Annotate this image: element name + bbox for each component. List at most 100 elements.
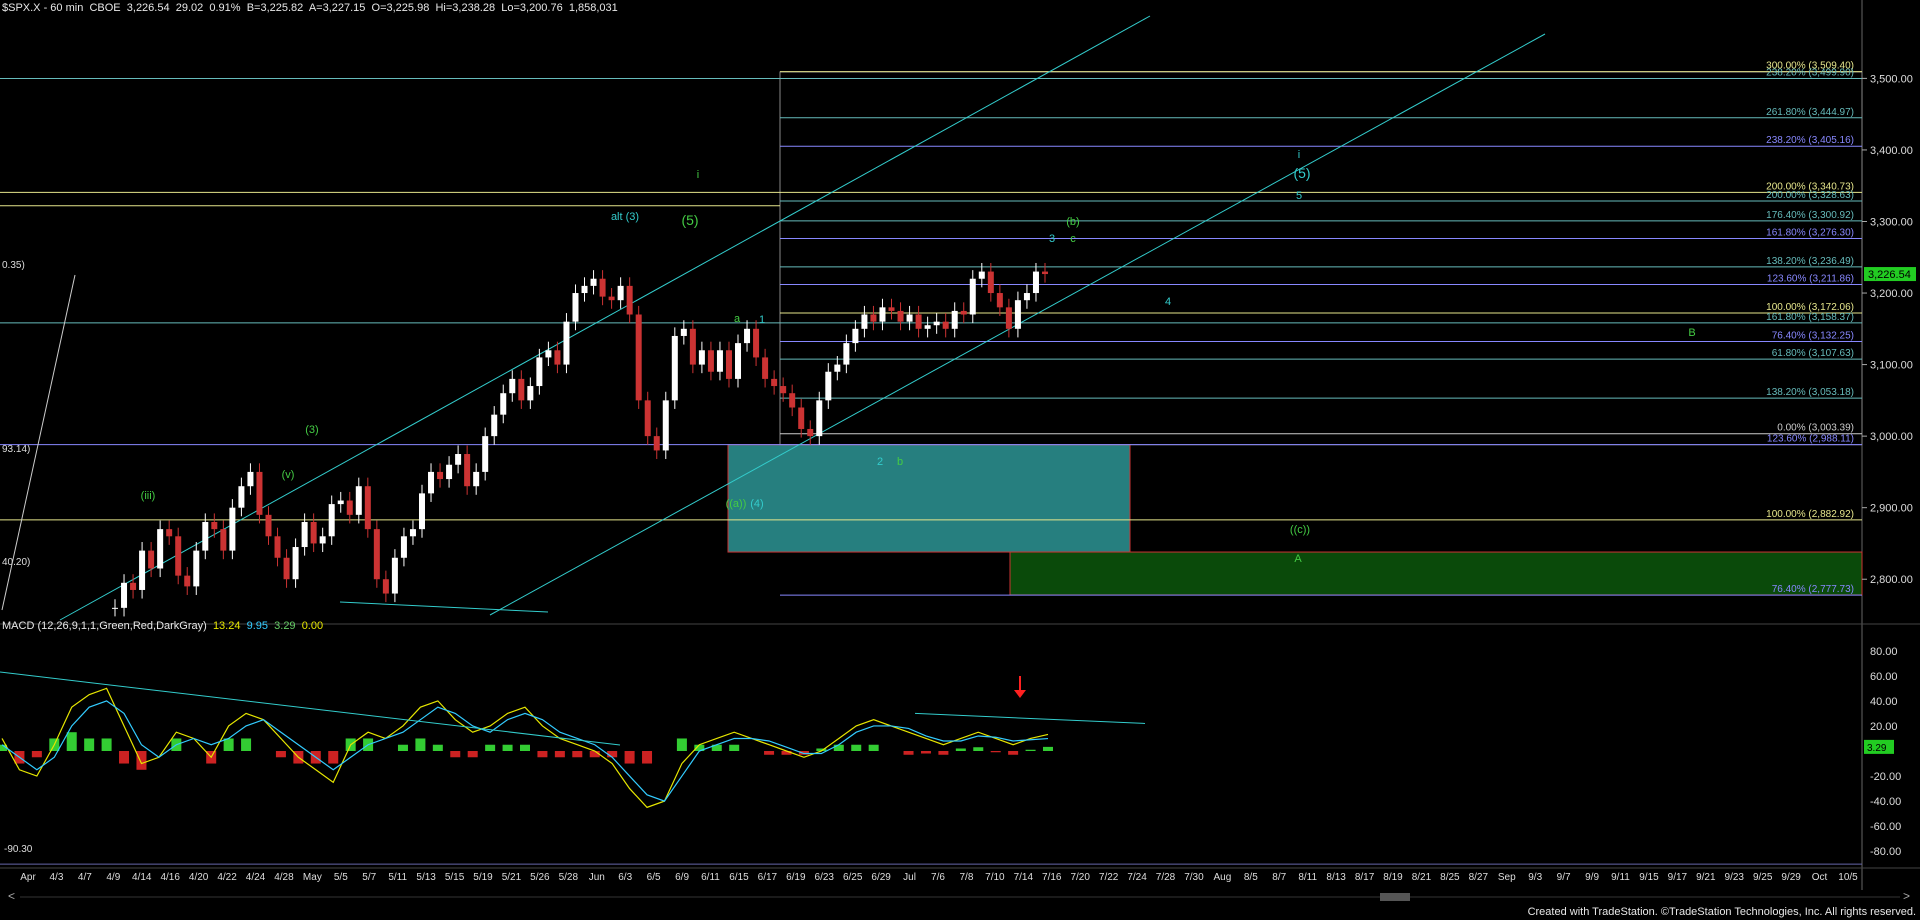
macd-histogram-bar (101, 738, 112, 751)
fib-level-label: 161.80% (3,276.30) (1766, 227, 1854, 238)
price-candle (238, 486, 245, 508)
price-candle (915, 314, 922, 329)
price-candle (184, 575, 191, 587)
macd-histogram-bar (66, 732, 77, 751)
date-tick-label: 9/9 (1585, 872, 1599, 883)
price-candle (834, 364, 841, 372)
chart-canvas: 0.35)93.14)40.20)300.00% (3,509.40)238.2… (0, 0, 1920, 903)
macd-histogram-bar (502, 744, 513, 751)
signal-value: 9.95 (246, 620, 269, 632)
price-candle (735, 343, 742, 379)
trend-lines (1, 15, 1546, 724)
net-change: 29.02 (175, 2, 204, 14)
date-tick-label: 6/17 (758, 872, 778, 883)
price-candle (744, 328, 751, 344)
date-tick-label: Sep (1498, 872, 1516, 883)
low: Lo=3,200.76 (501, 2, 563, 14)
macd-histogram-bar (729, 744, 740, 751)
price-candle (391, 557, 398, 594)
wave-label: (b) (1066, 216, 1079, 228)
price-candle (942, 321, 949, 329)
date-tick-label: 5/15 (445, 872, 465, 883)
price-candle (933, 321, 940, 326)
price-candle (753, 328, 760, 358)
wave-label: 3 (1049, 233, 1055, 245)
macd-histogram-bar (119, 751, 130, 764)
divergence-arrow-icon (1014, 676, 1026, 698)
macd-label: MACD (12,26,9,1,1,Green,Red,DarkGray) (2, 620, 207, 632)
macd-histogram-bar (241, 738, 252, 751)
last-price: 3,226.54 (126, 2, 170, 14)
date-tick-label: 5/28 (559, 872, 579, 883)
macd-tick-label: -60.00 (1870, 821, 1901, 833)
price-candle (1023, 293, 1030, 301)
macd-tick-label: 60.00 (1870, 671, 1898, 683)
date-tick-label: Aug (1213, 872, 1231, 883)
price-candle (617, 285, 624, 301)
zero-value: 0.00 (301, 620, 324, 632)
wave-label: 5 (1296, 190, 1302, 202)
wave-label: i (697, 169, 699, 181)
date-tick-label: May (303, 872, 322, 883)
date-tick-label: 6/3 (618, 872, 632, 883)
price-candle (355, 486, 362, 515)
macd-tick-label: 40.00 (1870, 696, 1898, 708)
date-tick-label: Oct (1812, 872, 1828, 883)
date-tick-label: 9/17 (1668, 872, 1688, 883)
macd-histogram-bar (31, 751, 42, 758)
macd-histogram-bar (833, 744, 844, 751)
date-tick-label: 9/11 (1611, 872, 1630, 883)
wave-label: (iii) (141, 490, 156, 502)
wave-label: 2 (877, 456, 883, 468)
price-tick-label: 3,100.00 (1870, 360, 1913, 372)
date-tick-label: 10/5 (1838, 872, 1858, 883)
date-tick-label: 6/5 (647, 872, 661, 883)
price-candle (897, 310, 904, 322)
high: Hi=3,238.28 (435, 2, 496, 14)
price-candle (581, 285, 588, 294)
price-candle (283, 557, 290, 580)
price-candle (400, 536, 407, 558)
fib-level-label: 123.60% (3,211.86) (1767, 274, 1854, 285)
price-candle (644, 400, 651, 437)
fib-level-label: 176.40% (3,300.92) (1766, 210, 1854, 221)
price-candle (310, 521, 317, 544)
left-level-label: 93.14) (2, 444, 30, 455)
price-candle (924, 325, 931, 329)
date-tick-label: 7/24 (1127, 872, 1147, 883)
macd-histogram-bar (397, 744, 408, 751)
price-candle (662, 400, 669, 451)
date-tick-label: 7/8 (959, 872, 973, 883)
price-candle (473, 471, 480, 487)
price-candle (725, 350, 732, 379)
price-candle (409, 529, 416, 537)
date-tick-label: 7/30 (1184, 872, 1204, 883)
price-candle (698, 350, 705, 365)
fib-frame (779, 71, 1863, 446)
price-candle (1042, 271, 1048, 275)
date-tick-label: 8/13 (1326, 872, 1346, 883)
price-candle (527, 386, 534, 401)
date-tick-label: 7/6 (931, 872, 945, 883)
macd-histogram-bar (1043, 746, 1053, 751)
fib-level-label: 100.00% (2,882.92) (1766, 509, 1854, 520)
fib-level-label: 238.20% (3,499.90) (1766, 67, 1854, 78)
macd-header: MACD (12,26,9,1,1,Green,Red,DarkGray) 13… (2, 620, 323, 632)
price-candle (680, 328, 687, 336)
macd-histogram-bar (136, 751, 147, 770)
price-axis: 3,500.00 3,400.00 3,300.00 3,200.00 3,100.00… (1862, 73, 1916, 586)
wave-label: (5) (681, 212, 698, 228)
last-price-tag-label: 3,226.54 (1868, 269, 1911, 281)
date-tick-label: 5/11 (388, 872, 407, 883)
price-candle (635, 314, 642, 401)
target-zone-box (727, 444, 1131, 553)
wave-label: ((c)) (1290, 524, 1310, 536)
price-candle (843, 343, 850, 365)
price-candle (157, 529, 164, 569)
price-candle (491, 414, 498, 437)
price-candle (762, 357, 769, 379)
macd-histogram-bar (955, 748, 966, 751)
fib-level-label: 123.60% (2,988.11) (1767, 434, 1854, 445)
macd-histogram-bar (554, 751, 565, 758)
price-candle (987, 271, 994, 294)
